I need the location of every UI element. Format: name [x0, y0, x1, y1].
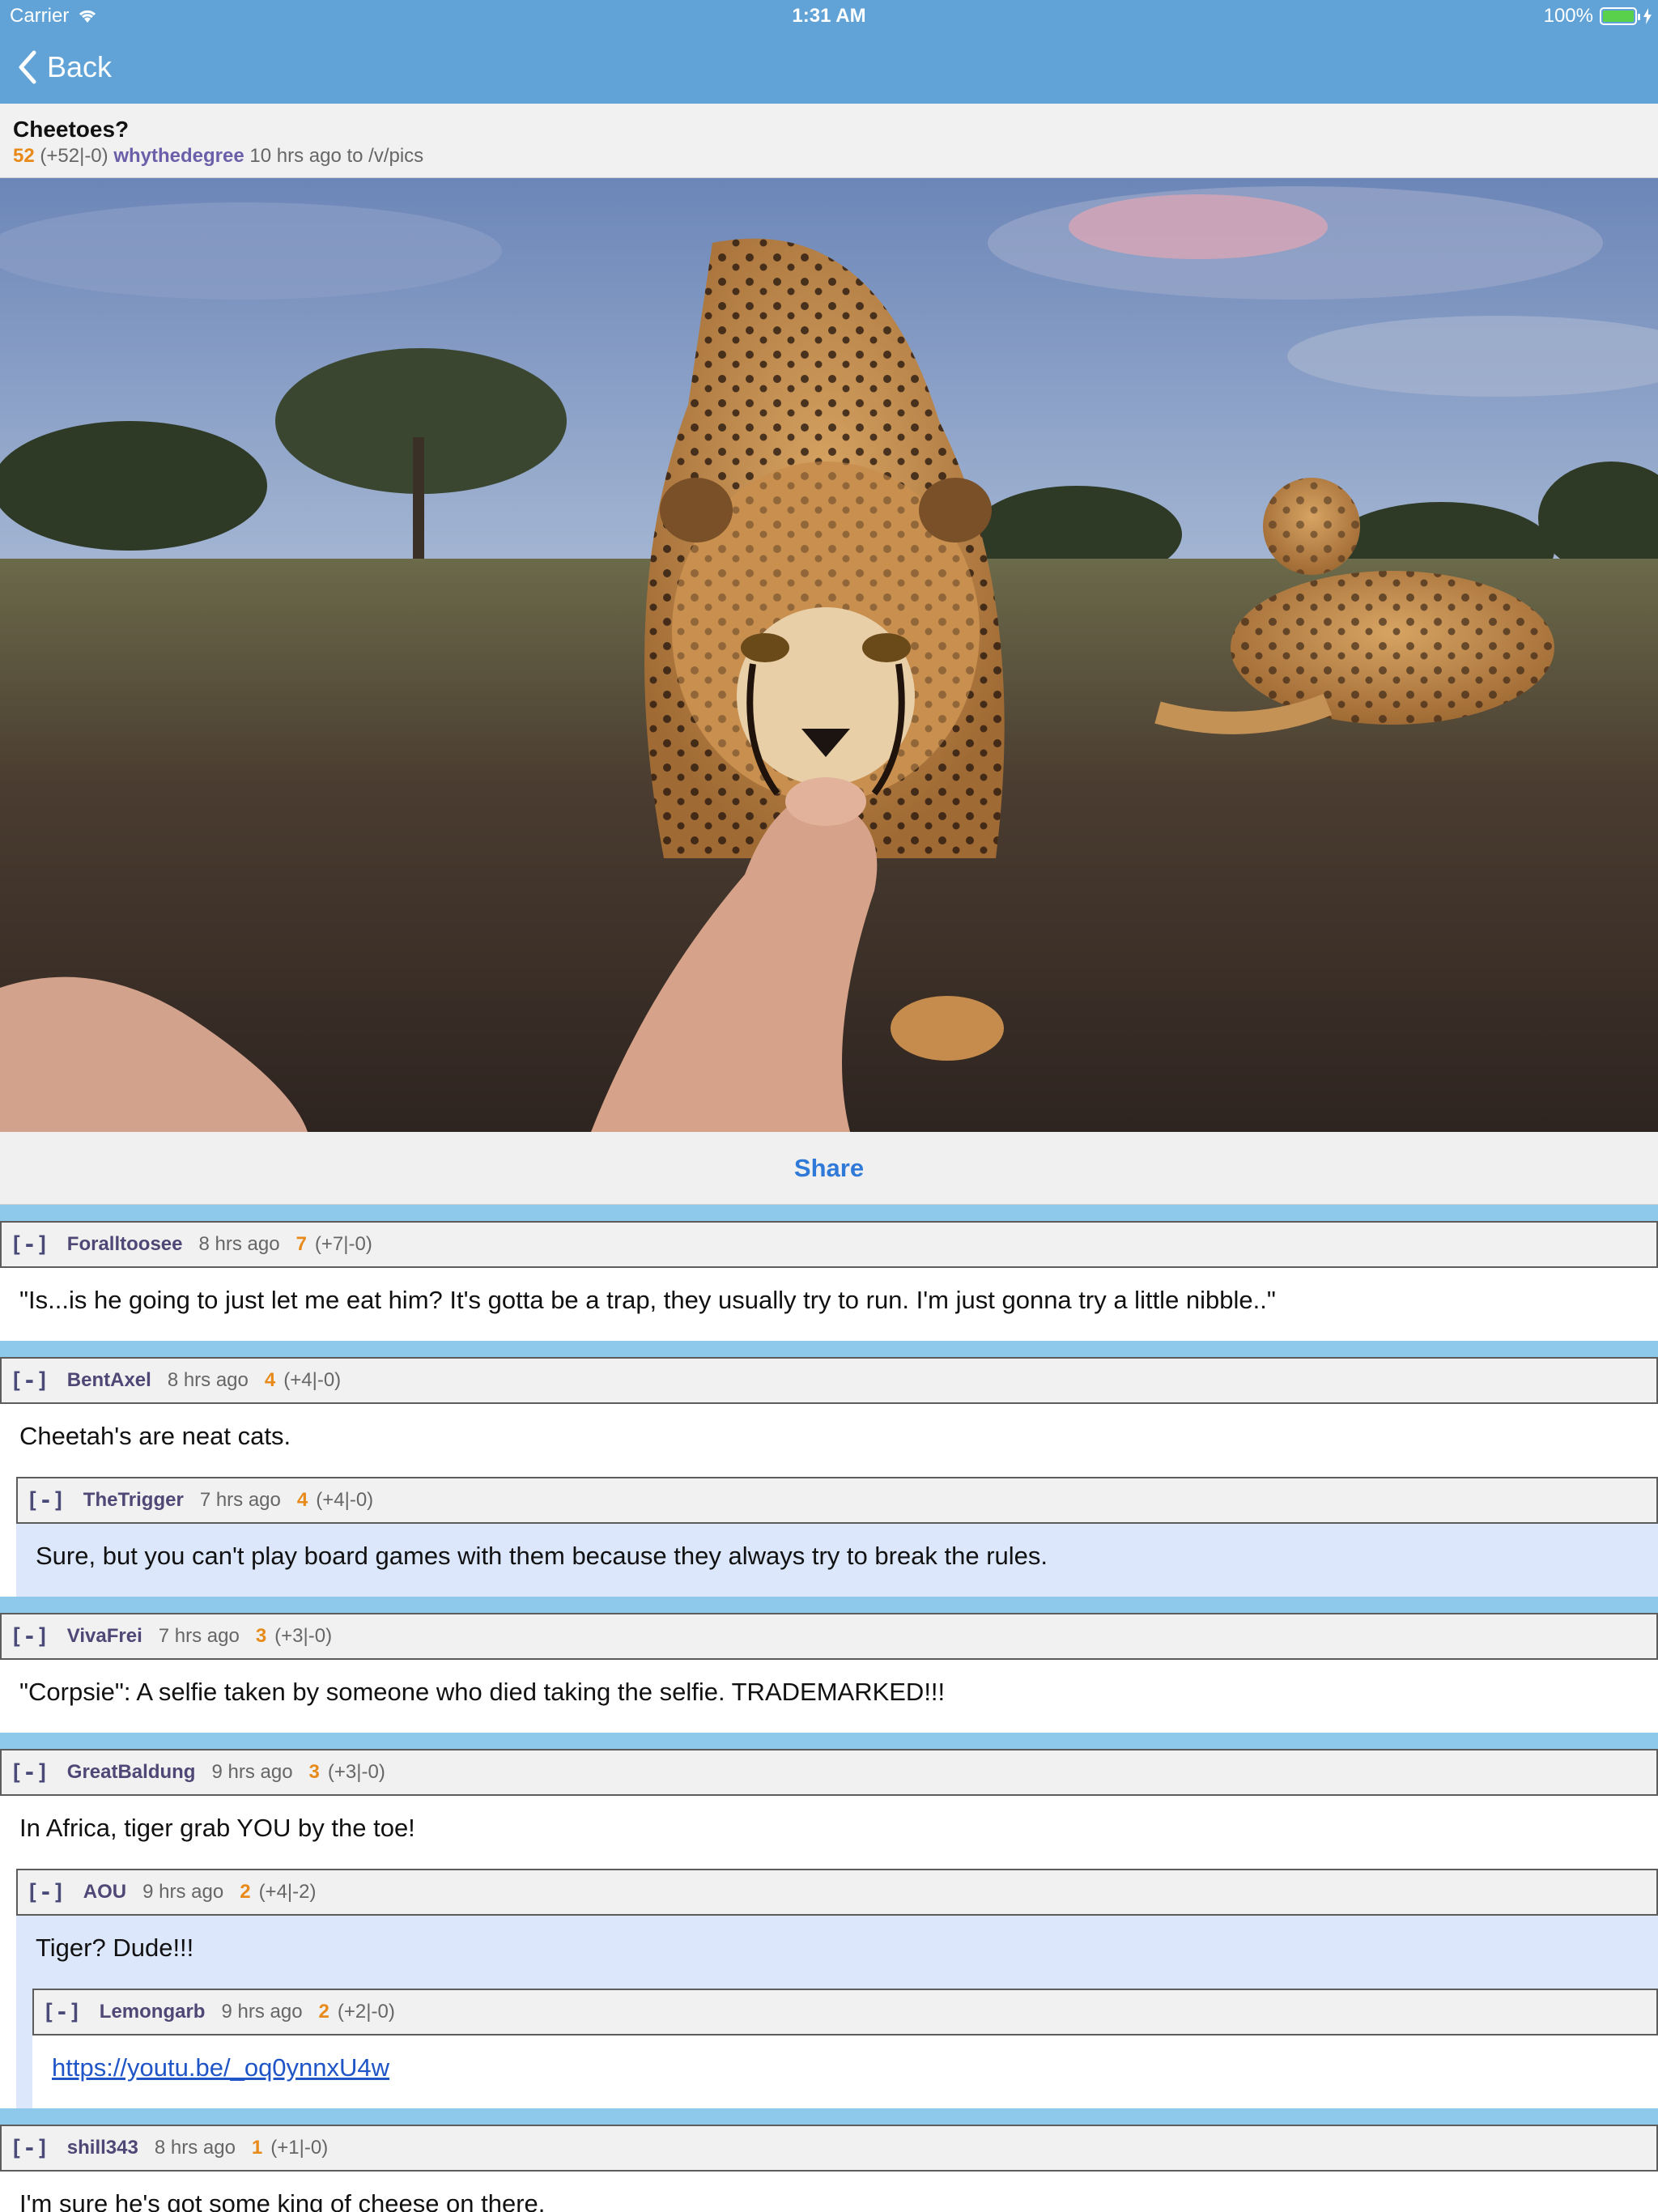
- collapse-toggle[interactable]: [-]: [18, 1880, 66, 1905]
- comment-header: [-] AOU 9 hrs ago 2 (+4|-2): [16, 1869, 1658, 1916]
- comment-votes: (+2|-0): [337, 2001, 395, 2023]
- battery-percent: 100%: [1543, 5, 1593, 27]
- comment-votes: (+3|-0): [327, 1761, 385, 1783]
- comment-separator: [0, 1597, 1658, 1613]
- comment-text: I'm sure he's got some king of cheese on…: [19, 2189, 546, 2212]
- back-button[interactable]: Back: [18, 47, 112, 87]
- comment-separator: [0, 1733, 1658, 1749]
- collapse-toggle[interactable]: [-]: [2, 2136, 49, 2161]
- comment-score: 1: [251, 2137, 263, 2159]
- cheetah-photo: [0, 178, 1658, 1132]
- comment-time: 7 hrs ago: [158, 1625, 240, 1647]
- status-bar: Carrier 1:31 AM 100%: [0, 0, 1658, 32]
- collapse-toggle[interactable]: [-]: [18, 1488, 66, 1513]
- comment-header: [-] Foralltoosee 8 hrs ago 7 (+7|-0): [0, 1221, 1658, 1268]
- comment-score: 2: [318, 2001, 329, 2023]
- comment-time: 7 hrs ago: [199, 1489, 281, 1511]
- battery-indicator: 100%: [1544, 0, 1652, 32]
- collapse-toggle[interactable]: [-]: [2, 1368, 49, 1393]
- comment-reply: [-] AOU 9 hrs ago 2 (+4|-2) Tiger? Dude!…: [16, 1869, 1658, 2108]
- comment-header: [-] shill343 8 hrs ago 1 (+1|-0): [0, 2125, 1658, 2172]
- comment-author[interactable]: BentAxel: [67, 1369, 151, 1392]
- comment-separator: [0, 2108, 1658, 2125]
- comment-time: 8 hrs ago: [198, 1233, 280, 1255]
- comment-score: 3: [308, 1761, 320, 1783]
- comment-separator: [0, 1205, 1658, 1221]
- comment-score: 3: [255, 1625, 267, 1647]
- comment-score: 7: [295, 1233, 307, 1255]
- nested-reply-wrapper: [-] Lemongarb 9 hrs ago 2 (+2|-0) https:…: [16, 1989, 1658, 2108]
- post-header: Cheetoes? 52 (+52|-0) whythedegree 10 hr…: [0, 104, 1658, 178]
- comment-time: 9 hrs ago: [142, 1881, 224, 1903]
- comment-votes: (+3|-0): [274, 1625, 333, 1647]
- comment-author[interactable]: GreatBaldung: [67, 1761, 196, 1784]
- comment-score: 2: [240, 1881, 251, 1903]
- clock: 1:31 AM: [792, 5, 866, 27]
- post-meta: 52 (+52|-0) whythedegree 10 hrs ago to /…: [13, 144, 1645, 168]
- share-button[interactable]: Share: [794, 1154, 864, 1182]
- comment-header: [-] VivaFrei 7 hrs ago 3 (+3|-0): [0, 1613, 1658, 1660]
- post-time-subverse: 10 hrs ago to /v/pics: [249, 145, 424, 167]
- comment: [-] GreatBaldung 9 hrs ago 3 (+3|-0) In …: [0, 1749, 1658, 2108]
- comment-author[interactable]: TheTrigger: [83, 1489, 184, 1512]
- comment: [-] Foralltoosee 8 hrs ago 7 (+7|-0) "Is…: [0, 1221, 1658, 1341]
- comment-author[interactable]: Lemongarb: [100, 2001, 206, 2023]
- back-label: Back: [47, 50, 113, 83]
- post-image[interactable]: [0, 178, 1658, 1132]
- comment-header: [-] BentAxel 8 hrs ago 4 (+4|-0): [0, 1357, 1658, 1404]
- post-title[interactable]: Cheetoes?: [13, 117, 1645, 143]
- comments-list: [-] Foralltoosee 8 hrs ago 7 (+7|-0) "Is…: [0, 1205, 1658, 2212]
- collapse-toggle[interactable]: [-]: [2, 1624, 49, 1649]
- charging-bolt-icon: [1643, 8, 1652, 24]
- comment-header: [-] Lemongarb 9 hrs ago 2 (+2|-0): [32, 1989, 1658, 2035]
- comment-time: 8 hrs ago: [154, 2137, 236, 2159]
- chevron-left-icon: [19, 50, 36, 84]
- comment-author[interactable]: shill343: [67, 2137, 138, 2159]
- battery-icon: [1600, 7, 1640, 25]
- collapse-toggle[interactable]: [-]: [2, 1232, 49, 1257]
- comment-separator: [0, 1341, 1658, 1357]
- comment-votes: (+4|-0): [283, 1369, 342, 1391]
- collapse-toggle[interactable]: [-]: [34, 2000, 82, 2025]
- comment-reply: [-] TheTrigger 7 hrs ago 4 (+4|-0) Sure,…: [16, 1477, 1658, 1597]
- comment: [-] BentAxel 8 hrs ago 4 (+4|-0) Cheetah…: [0, 1357, 1658, 1597]
- share-bar: Share: [0, 1132, 1658, 1205]
- comment-votes: (+1|-0): [270, 2137, 329, 2159]
- comment-votes: (+4|-0): [316, 1489, 374, 1511]
- comment-votes: (+4|-2): [258, 1881, 317, 1903]
- comment-header: [-] TheTrigger 7 hrs ago 4 (+4|-0): [16, 1477, 1658, 1524]
- comment: [-] VivaFrei 7 hrs ago 3 (+3|-0) "Corpsi…: [0, 1613, 1658, 1733]
- comment-text: In Africa, tiger grab YOU by the toe!: [19, 1814, 415, 1842]
- navigation-bar: Carrier 1:31 AM 100% Back: [0, 0, 1658, 104]
- comment-time: 9 hrs ago: [221, 2001, 303, 2023]
- comment-author[interactable]: Foralltoosee: [67, 1233, 183, 1256]
- comment-score: 4: [296, 1489, 308, 1511]
- post-votes: (+52|-0): [40, 145, 108, 167]
- comment-author[interactable]: VivaFrei: [67, 1625, 142, 1648]
- post-score: 52: [13, 145, 35, 167]
- comment: [-] shill343 8 hrs ago 1 (+1|-0) I'm sur…: [0, 2125, 1658, 2212]
- comment-score: 4: [264, 1369, 276, 1391]
- comment-header: [-] GreatBaldung 9 hrs ago 3 (+3|-0): [0, 1749, 1658, 1796]
- post-author[interactable]: whythedegree: [113, 145, 244, 167]
- comment-time: 8 hrs ago: [167, 1369, 249, 1391]
- comment-text: Cheetah's are neat cats.: [19, 1422, 291, 1450]
- comment-text: https://youtu.be/_oq0ynnxU4w: [32, 2035, 1658, 2108]
- comment-text: Sure, but you can't play board games wit…: [16, 1524, 1658, 1597]
- comment-time: 9 hrs ago: [211, 1761, 293, 1783]
- comment-link[interactable]: https://youtu.be/_oq0ynnxU4w: [52, 2053, 389, 2082]
- comment-author[interactable]: AOU: [83, 1881, 126, 1904]
- comment-text: "Corpsie": A selfie taken by someone who…: [19, 1678, 946, 1706]
- comment-text: "Is...is he going to just let me eat him…: [19, 1286, 1276, 1314]
- collapse-toggle[interactable]: [-]: [2, 1760, 49, 1785]
- comment-text: Tiger? Dude!!!: [16, 1916, 1658, 1989]
- comment-votes: (+7|-0): [314, 1233, 372, 1255]
